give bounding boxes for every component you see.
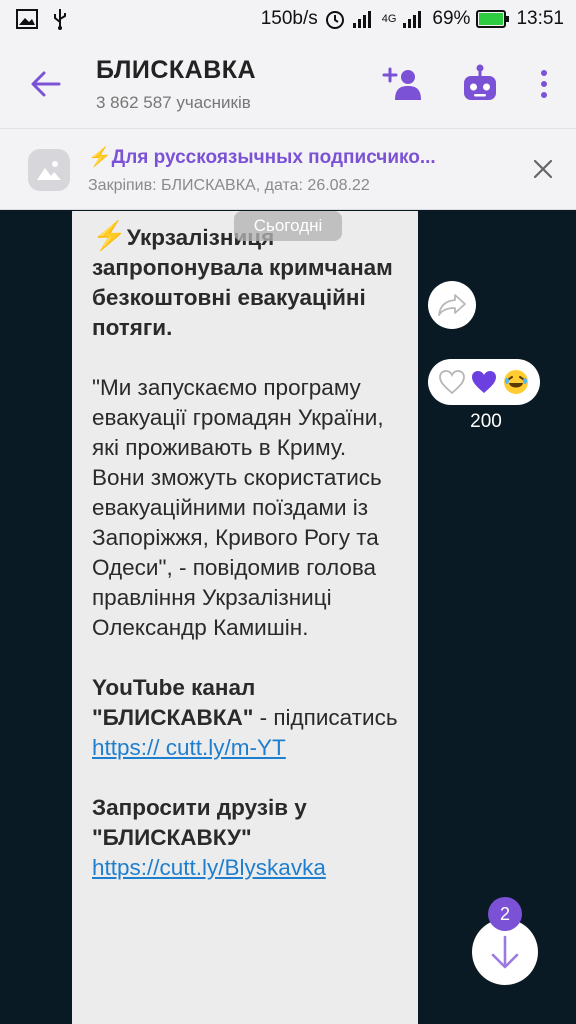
youtube-link[interactable]: https:// cutt.ly/m-YT xyxy=(92,735,286,760)
robot-icon xyxy=(464,64,496,100)
battery-percent: 69% xyxy=(432,8,471,29)
back-button[interactable] xyxy=(24,64,68,104)
battery-icon xyxy=(476,10,510,28)
reactions-bar[interactable] xyxy=(428,359,540,405)
reaction-count: 200 xyxy=(470,411,502,432)
arrow-left-icon xyxy=(31,71,61,97)
pinned-meta: Закріпив: БЛИСКАВКА, дата: 26.08.22 xyxy=(88,177,370,194)
signal-icon xyxy=(352,9,376,29)
pinned-title: ⚡Для русскоязычных подписчико... xyxy=(88,147,436,168)
add-member-button[interactable] xyxy=(380,62,424,106)
unread-badge: 2 xyxy=(488,897,522,931)
gallery-icon xyxy=(16,9,38,29)
member-count: 3 862 587 учасників xyxy=(96,93,251,112)
more-vertical-icon xyxy=(541,70,547,98)
invite-label: Запросити друзів у "БЛИСКАВКУ" xyxy=(92,795,307,850)
channel-title: БЛИСКАВКА xyxy=(96,56,257,84)
invite-link[interactable]: https://cutt.ly/Blyskavka xyxy=(92,853,404,883)
date-chip: Сьогодні xyxy=(234,211,342,241)
forward-button[interactable] xyxy=(428,281,476,329)
invite-paragraph: Запросити друзів у "БЛИСКАВКУ" https://c… xyxy=(92,793,404,883)
more-button[interactable] xyxy=(530,62,558,106)
arrow-down-icon xyxy=(491,935,519,969)
message-text: ⚡Укрзалізниця запропонувала кримчанам бе… xyxy=(92,221,404,883)
close-pinned-button[interactable] xyxy=(528,154,558,189)
youtube-label: YouTube канал "БЛИСКАВКА" xyxy=(92,675,256,730)
network-type: 4G xyxy=(381,13,397,25)
laughing-emoji-icon[interactable] xyxy=(502,368,530,396)
heart-outline-icon[interactable] xyxy=(438,369,466,395)
youtube-paragraph: YouTube канал "БЛИСКАВКА" - підписатись … xyxy=(92,673,404,763)
message-quote: "Ми запускаємо програму евакуації громад… xyxy=(92,375,384,640)
purple-heart-icon[interactable] xyxy=(470,369,498,395)
chat-header: БЛИСКАВКА 3 862 587 учасників xyxy=(0,38,576,128)
youtube-subscribe-text: - підписатись xyxy=(253,705,398,730)
close-icon xyxy=(533,159,553,179)
chat-area[interactable]: ⚡Укрзалізниця запропонувала кримчанам бе… xyxy=(0,211,576,1024)
alarm-icon xyxy=(324,8,346,30)
bolt-emoji: ⚡ xyxy=(92,220,127,251)
share-arrow-icon xyxy=(438,294,466,316)
bot-button[interactable] xyxy=(458,62,502,106)
signal-icon-2 xyxy=(402,9,426,29)
image-placeholder-icon xyxy=(28,149,70,191)
add-person-icon xyxy=(382,67,421,100)
channel-info[interactable]: БЛИСКАВКА 3 862 587 учасників xyxy=(96,56,256,113)
usb-icon xyxy=(52,8,68,30)
network-speed: 150b/s xyxy=(260,8,318,29)
status-bar: 150b/s 4G 69% 13:51 xyxy=(0,0,576,38)
clock: 13:51 xyxy=(516,8,564,29)
pinned-message[interactable]: ⚡Для русскоязычных подписчико... Закріпи… xyxy=(0,128,576,210)
